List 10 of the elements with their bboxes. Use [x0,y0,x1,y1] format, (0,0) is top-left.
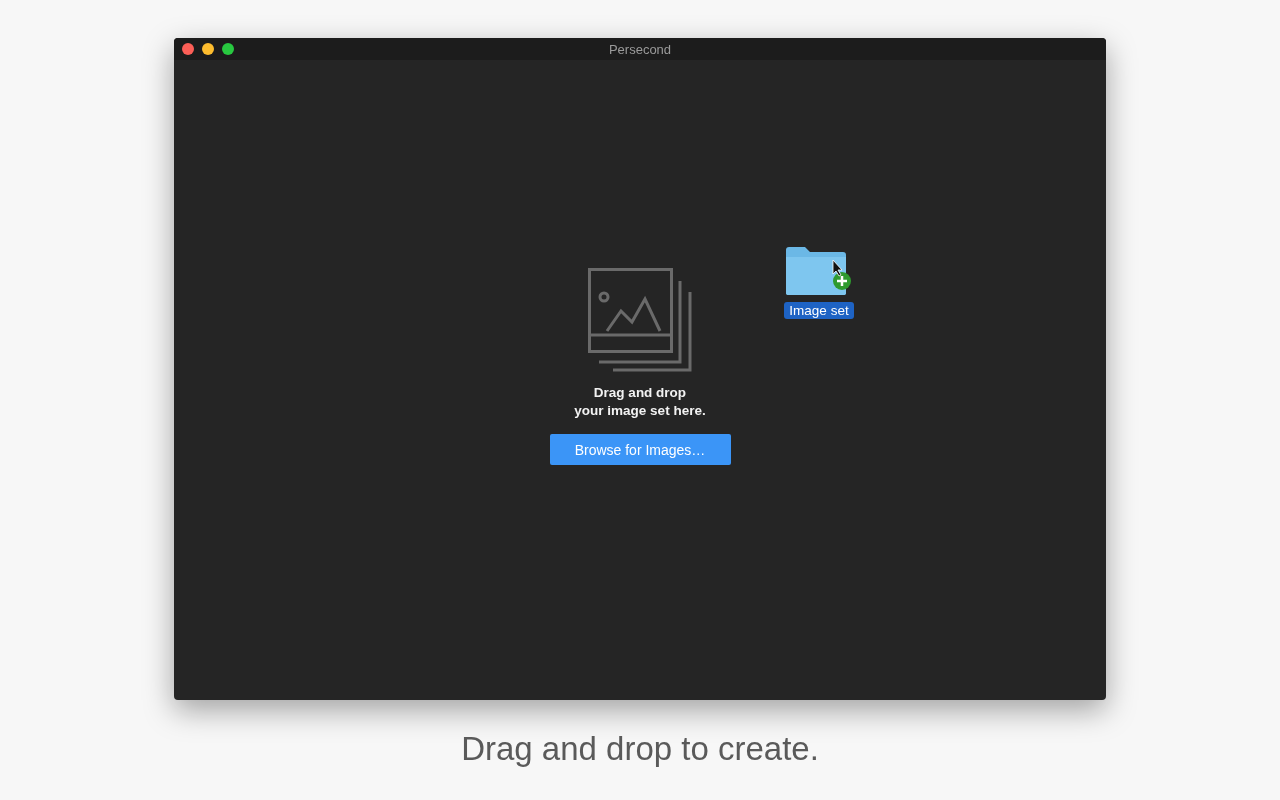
folder-add-icon [785,246,853,296]
drop-instructions: Drag and drop your image set here. [574,384,706,420]
zoom-button[interactable] [222,43,234,55]
minimize-button[interactable] [202,43,214,55]
browse-button[interactable]: Browse for Images… [549,434,731,465]
caption: Drag and drop to create. [461,730,819,768]
folder-label: Image set [784,302,854,319]
window-title: Persecond [608,41,672,57]
close-button[interactable] [182,43,194,55]
image-stack-icon [588,268,692,372]
